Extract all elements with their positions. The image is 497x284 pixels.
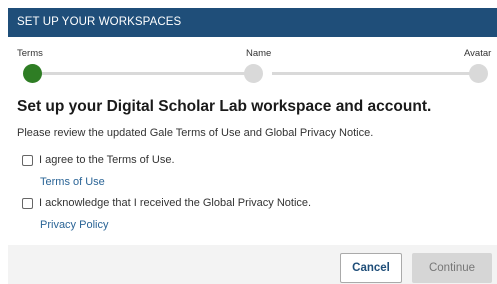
step-label-avatar: Avatar xyxy=(464,48,492,59)
terms-checkbox-label[interactable]: I agree to the Terms of Use. xyxy=(39,154,175,166)
privacy-policy-link[interactable]: Privacy Policy xyxy=(40,219,108,231)
step-dot-name xyxy=(244,64,263,83)
privacy-checkbox-row[interactable]: I acknowledge that I received the Global… xyxy=(22,197,311,209)
step-label-terms: Terms xyxy=(17,48,43,59)
step-label-name: Name xyxy=(246,48,272,59)
terms-checkbox-row[interactable]: I agree to the Terms of Use. xyxy=(22,154,175,166)
step-track xyxy=(272,72,470,75)
setup-dialog: SET UP YOUR WORKSPACES Terms Name Avatar… xyxy=(0,0,497,284)
terms-of-use-link[interactable]: Terms of Use xyxy=(40,176,105,188)
cancel-button[interactable]: Cancel xyxy=(340,253,402,283)
continue-button[interactable]: Continue xyxy=(412,253,492,283)
privacy-checkbox-label[interactable]: I acknowledge that I received the Global… xyxy=(39,197,311,209)
page-title: Set up your Digital Scholar Lab workspac… xyxy=(17,98,432,115)
step-track xyxy=(38,72,245,75)
terms-checkbox[interactable] xyxy=(22,154,33,166)
description-text: Please review the updated Gale Terms of … xyxy=(17,127,374,139)
dialog-header: SET UP YOUR WORKSPACES xyxy=(8,8,497,37)
step-dot-terms xyxy=(23,64,42,83)
progress-stepper: Terms Name Avatar xyxy=(8,44,497,94)
step-dot-avatar xyxy=(469,64,488,83)
privacy-checkbox[interactable] xyxy=(22,197,33,209)
